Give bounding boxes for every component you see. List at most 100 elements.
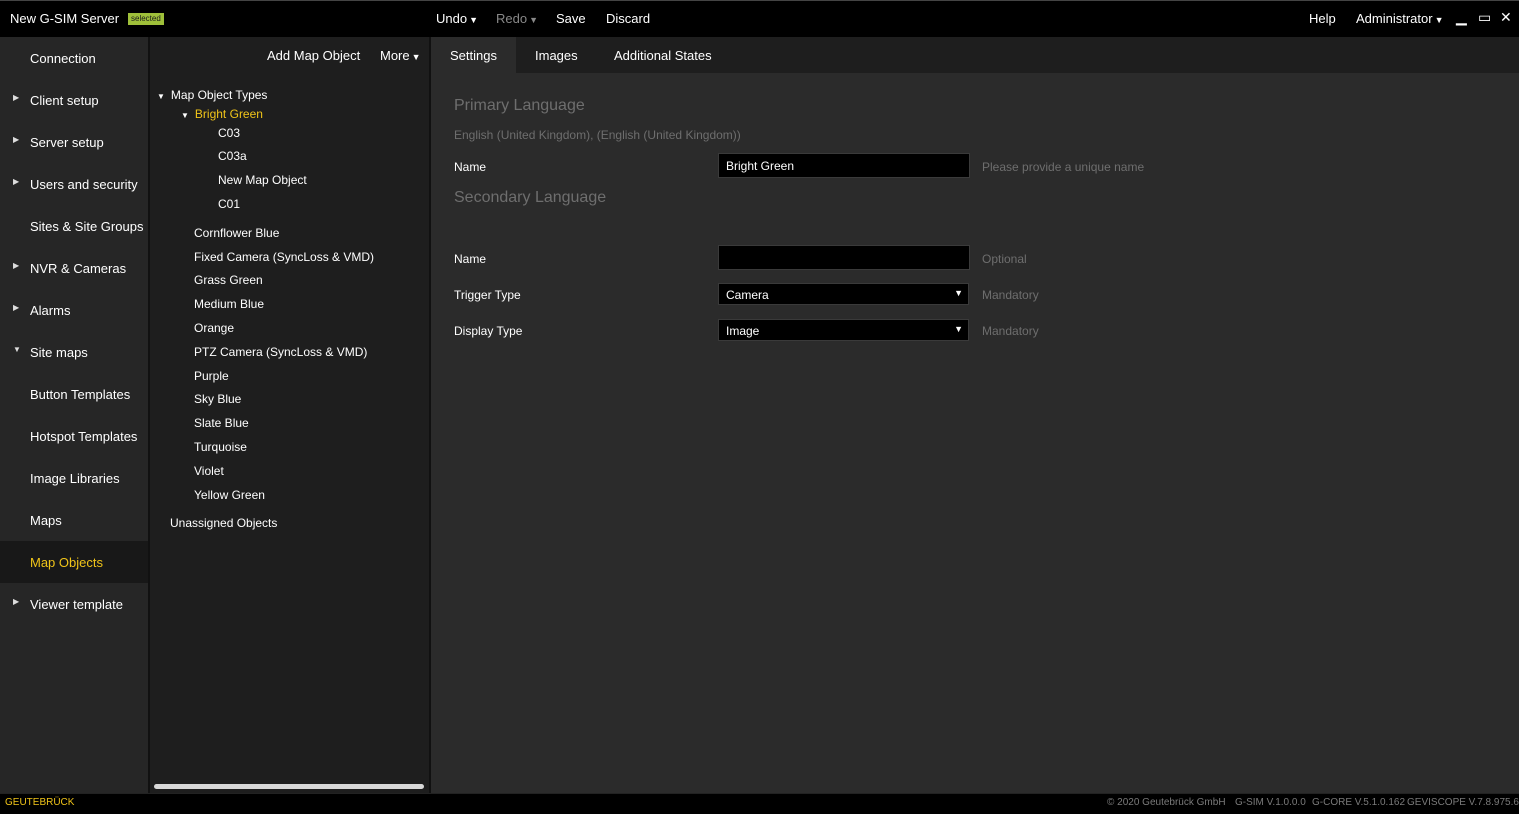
add-map-object-button[interactable]: Add Map Object [267, 48, 360, 63]
tree-node-selected[interactable]: ▼ Bright Green [181, 107, 263, 121]
tree-node-child[interactable]: C03a [218, 149, 247, 163]
sidebar-item-label: Map Objects [30, 555, 103, 570]
collapse-arrow-icon[interactable]: ▼ [181, 111, 189, 120]
tree-node-type[interactable]: Cornflower Blue [194, 226, 279, 240]
copyright-text: © 2020 Geutebrück GmbH [1107, 797, 1226, 808]
sidebar-item-hotspot-templates[interactable]: Hotspot Templates [0, 415, 148, 457]
sidebar-item-viewer-template[interactable]: ▶ Viewer template [0, 583, 148, 625]
sidebar-item-label: NVR & Cameras [30, 261, 127, 276]
tree-node-type[interactable]: Violet [194, 464, 224, 478]
more-menu-button[interactable]: More ▼ [380, 48, 421, 63]
sidebar-item-label: Hotspot Templates [30, 429, 138, 444]
redo-button[interactable]: Redo ▼ [496, 11, 538, 26]
gcore-version: G-CORE V.5.1.0.162 [1312, 797, 1406, 808]
expand-arrow-icon: ▶ [13, 303, 20, 312]
sidebar-item-image-libraries[interactable]: Image Libraries [0, 457, 148, 499]
tree-node-unassigned[interactable]: Unassigned Objects [170, 516, 277, 530]
expand-arrow-icon: ▼ [13, 345, 21, 354]
minimize-icon[interactable]: ▁ [1456, 9, 1467, 26]
trigger-type-select[interactable]: Camera ▼ [718, 283, 969, 305]
help-button[interactable]: Help [1309, 11, 1336, 26]
sidebar-item-button-templates[interactable]: Button Templates [0, 373, 148, 415]
expand-arrow-icon: ▶ [13, 597, 20, 606]
primary-language-subtext: English (United Kingdom), (English (Unit… [454, 128, 741, 142]
app-title: New G-SIM Server [10, 11, 120, 26]
tree-node-type[interactable]: PTZ Camera (SyncLoss & VMD) [194, 345, 367, 359]
tree-node-child[interactable]: C03 [218, 126, 240, 140]
collapse-arrow-icon[interactable]: ▼ [157, 92, 165, 101]
sidebar-item-connection[interactable]: Connection [0, 37, 148, 79]
discard-button[interactable]: Discard [606, 11, 650, 26]
close-icon[interactable]: ✕ [1500, 9, 1512, 26]
tree-node-type[interactable]: Yellow Green [194, 488, 265, 502]
tree-node-label: Map Object Types [170, 88, 268, 102]
sidebar-item-server-setup[interactable]: ▶ Server setup [0, 121, 148, 163]
sidebar-item-maps[interactable]: Maps [0, 499, 148, 541]
save-button[interactable]: Save [556, 11, 586, 26]
sidebar-item-sites[interactable]: Sites & Site Groups [0, 205, 148, 247]
title-bar: New G-SIM Server selected Undo ▼ Redo ▼ Sa… [0, 0, 1519, 37]
tree-node-type[interactable]: Slate Blue [194, 416, 249, 430]
sidebar-item-map-objects[interactable]: Map Objects [0, 541, 148, 583]
trigger-type-label: Trigger Type [454, 288, 521, 302]
secondary-language-heading: Secondary Language [454, 189, 607, 206]
sidebar-item-client-setup[interactable]: ▶ Client setup [0, 79, 148, 121]
display-type-select[interactable]: Image ▼ [718, 319, 969, 341]
expand-arrow-icon: ▶ [13, 177, 20, 186]
sidebar-item-users-security[interactable]: ▶ Users and security [0, 163, 148, 205]
sidebar-item-label: Users and security [30, 177, 138, 192]
sidebar-item-nvr-cameras[interactable]: ▶ NVR & Cameras [0, 247, 148, 289]
secondary-name-label: Name [454, 252, 487, 266]
sidebar: Connection ▶ Client setup ▶ Server setup ▶… [0, 37, 148, 793]
sidebar-item-label: Alarms [30, 303, 71, 318]
chevron-down-icon: ▼ [1434, 15, 1444, 25]
tree-node-type[interactable]: Turquoise [194, 440, 247, 454]
display-type-hint: Mandatory [982, 324, 1039, 338]
name-hint: Please provide a unique name [982, 160, 1145, 174]
trigger-type-value: Camera [726, 288, 769, 302]
sidebar-item-label: Image Libraries [30, 471, 120, 486]
sidebar-item-label: Button Templates [30, 387, 131, 402]
redo-label: Redo [496, 11, 528, 26]
name-label: Name [454, 160, 487, 174]
tree-node-label: Bright Green [194, 107, 263, 121]
sidebar-item-alarms[interactable]: ▶ Alarms [0, 289, 148, 331]
display-type-value: Image [726, 324, 760, 338]
secondary-name-input[interactable] [718, 245, 970, 270]
primary-language-heading: Primary Language [454, 97, 585, 114]
brand-logo: GEUTEBRÜCK [5, 797, 75, 808]
more-label: More [380, 48, 410, 63]
tree-node-type[interactable]: Fixed Camera (SyncLoss & VMD) [194, 250, 374, 264]
user-label: Administrator [1356, 11, 1433, 26]
tree-node-type[interactable]: Purple [194, 369, 229, 383]
secondary-name-hint: Optional [982, 252, 1027, 266]
tree-node-root[interactable]: ▼ Map Object Types [157, 88, 267, 102]
maximize-icon[interactable]: ▭ [1478, 9, 1491, 26]
expand-arrow-icon: ▶ [13, 135, 20, 144]
tab-settings[interactable]: Settings [431, 37, 516, 73]
main-content: Settings Images Additional States Primar… [431, 37, 1519, 793]
user-menu-button[interactable]: Administrator ▼ [1356, 11, 1444, 26]
gsim-version: G-SIM V.1.0.0.0 [1235, 797, 1306, 808]
sidebar-item-site-maps[interactable]: ▼ Site maps [0, 331, 148, 373]
sidebar-item-label: Client setup [30, 93, 99, 108]
sidebar-item-label: Connection [30, 51, 96, 66]
tree-node-type[interactable]: Medium Blue [194, 297, 264, 311]
tree-node-child[interactable]: New Map Object [218, 173, 307, 187]
chevron-down-icon: ▼ [411, 52, 421, 62]
expand-arrow-icon: ▶ [13, 93, 20, 102]
tree-node-type[interactable]: Orange [194, 321, 234, 335]
undo-button[interactable]: Undo ▼ [436, 11, 478, 26]
tab-images[interactable]: Images [516, 37, 597, 73]
tab-additional-states[interactable]: Additional States [595, 37, 731, 73]
dropdown-arrow-icon: ▼ [954, 288, 963, 298]
horizontal-scrollbar[interactable] [154, 784, 424, 789]
name-input[interactable] [718, 153, 970, 178]
tree-node-type[interactable]: Sky Blue [194, 392, 241, 406]
tree-node-child[interactable]: C01 [218, 197, 240, 211]
tree-node-type[interactable]: Grass Green [194, 273, 263, 287]
sidebar-item-label: Site maps [30, 345, 88, 360]
sidebar-item-label: Sites & Site Groups [30, 219, 144, 234]
expand-arrow-icon: ▶ [13, 261, 20, 270]
geviscope-version: GEVISCOPE V.7.8.975.67 [1407, 797, 1519, 808]
